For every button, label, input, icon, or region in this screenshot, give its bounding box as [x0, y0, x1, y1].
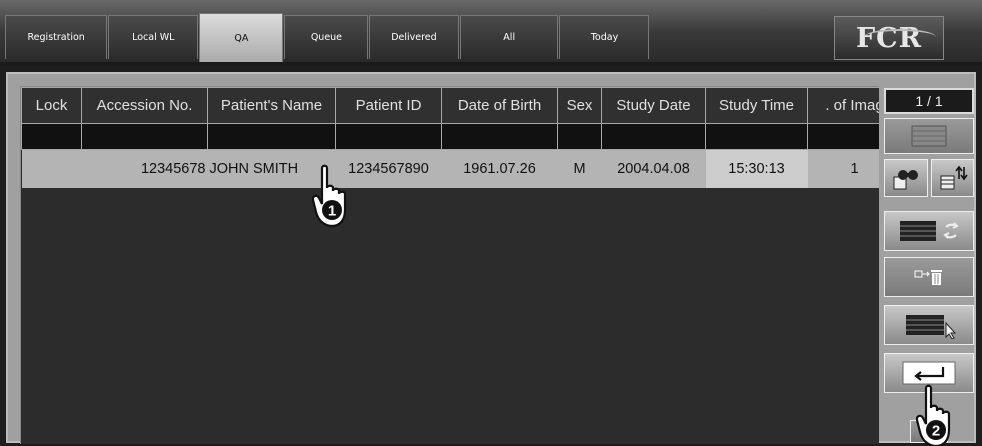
sort-button[interactable]: [931, 159, 974, 197]
column-header-lock[interactable]: Lock: [21, 87, 82, 124]
cell-accession: 12345678: [81, 149, 208, 188]
move-to-trash-button[interactable]: [884, 257, 974, 297]
select-list-button[interactable]: [884, 305, 974, 345]
tab-registration[interactable]: Registration: [5, 15, 107, 59]
cell-dob: 1961.07.26: [441, 149, 558, 188]
tab-local-wl[interactable]: Local WL: [108, 15, 198, 59]
column-header-images[interactable]: . of Imag: [807, 87, 879, 124]
cell-study-date: 2004.04.08: [601, 149, 706, 188]
list-view-button[interactable]: [884, 118, 974, 154]
cell-sex: M: [557, 149, 602, 188]
tab-delivered[interactable]: Delivered: [369, 15, 459, 59]
cell-lock: [21, 149, 82, 188]
cell-study-time: 15:30:13: [705, 149, 808, 188]
column-header-patient-name[interactable]: Patient's Name: [207, 87, 336, 124]
column-header-study-date[interactable]: Study Date: [601, 87, 706, 124]
tab-all[interactable]: All: [460, 15, 558, 59]
cell-images: 1: [807, 149, 879, 188]
step-badge-1: 1: [328, 203, 336, 220]
select-list-icon: [906, 315, 957, 339]
column-header-study-time[interactable]: Study Time: [705, 87, 808, 124]
sort-icon: [940, 165, 968, 190]
tab-queue[interactable]: Queue: [284, 15, 368, 59]
study-table: Lock Accession No. Patient's Name Patien…: [21, 87, 879, 188]
column-header-patient-id[interactable]: Patient ID: [335, 87, 442, 124]
refresh-list-button[interactable]: [884, 211, 974, 251]
top-tab-bar: Registration Local WL QA Queue Delivered…: [0, 0, 982, 66]
table-header: Lock Accession No. Patient's Name Patien…: [21, 87, 879, 124]
refresh-list-icon: [900, 221, 959, 241]
column-header-accession[interactable]: Accession No.: [81, 87, 208, 124]
move-to-trash-icon: [914, 270, 942, 285]
step-badge-2: 2: [932, 423, 940, 440]
search-button[interactable]: [884, 159, 928, 197]
study-list: Lock Accession No. Patient's Name Patien…: [20, 86, 879, 444]
search-icon: [893, 170, 918, 190]
fcr-logo: FCR: [834, 16, 944, 60]
filter-row: [21, 123, 879, 150]
column-header-dob[interactable]: Date of Birth: [441, 87, 558, 124]
list-view-icon: [911, 125, 947, 147]
tab-today[interactable]: Today: [559, 15, 649, 59]
table-row[interactable]: 12345678 JOHN SMITH 1234567890 1961.07.2…: [21, 149, 879, 188]
column-header-sex[interactable]: Sex: [557, 87, 602, 124]
page-indicator: 1 / 1: [884, 88, 974, 114]
pointer-hand-icon-2: 2: [916, 384, 951, 446]
pointer-hand-icon-1: 1: [312, 164, 347, 228]
tab-qa[interactable]: QA: [199, 13, 283, 62]
